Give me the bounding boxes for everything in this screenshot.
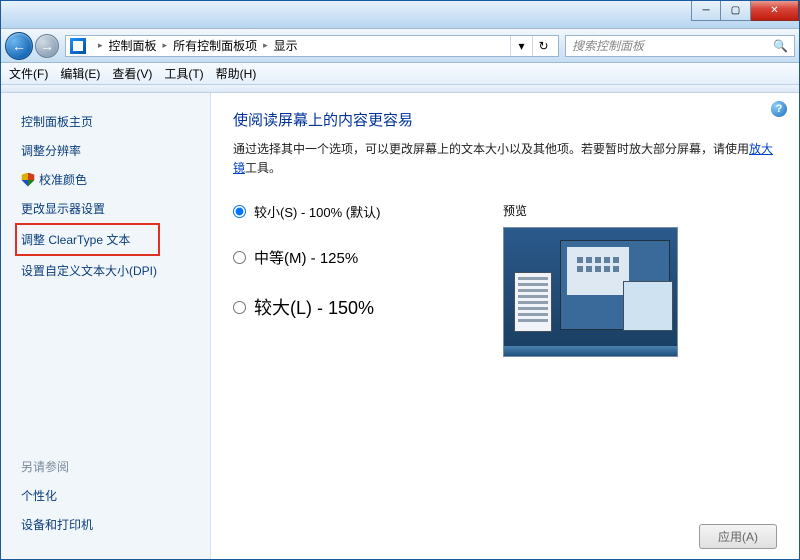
sidebar-item-cleartype[interactable]: 调整 ClearType 文本 (15, 223, 160, 256)
see-also-personalization[interactable]: 个性化 (21, 481, 210, 510)
search-icon: 🔍 (773, 39, 788, 53)
sidebar-item-display-settings[interactable]: 更改显示器设置 (21, 194, 210, 223)
sidebar-item-home[interactable]: 控制面板主页 (21, 107, 210, 136)
minimize-button[interactable]: ─ (691, 1, 721, 21)
sidebar: 控制面板主页 调整分辨率 校准颜色 更改显示器设置 调整 ClearType 文… (1, 93, 211, 559)
search-input[interactable]: 搜索控制面板 🔍 (565, 35, 795, 57)
description: 通过选择其中一个选项，可以更改屏幕上的文本大小以及其他项。若要暂时放大部分屏幕，… (233, 140, 777, 178)
content: ? 使阅读屏幕上的内容更容易 通过选择其中一个选项，可以更改屏幕上的文本大小以及… (211, 93, 799, 559)
page-title: 使阅读屏幕上的内容更容易 (233, 109, 777, 130)
size-radio-medium[interactable] (233, 251, 246, 264)
see-also-header: 另请参阅 (21, 452, 210, 481)
toolstrip (1, 85, 799, 93)
breadcrumb[interactable]: 所有控制面板项 (173, 37, 257, 54)
breadcrumb-sep: ▸ (163, 40, 168, 51)
menu-edit[interactable]: 编辑(E) (60, 65, 100, 82)
titlebar: ─ ▢ ✕ (1, 1, 799, 29)
navbar: ← → ▸ 控制面板 ▸ 所有控制面板项 ▸ 显示 ▾ ↻ 搜索控制面板 🔍 (1, 29, 799, 63)
apply-button[interactable]: 应用(A) (699, 524, 777, 549)
breadcrumb[interactable]: 控制面板 (109, 37, 157, 54)
preview-label: 预览 (503, 202, 777, 219)
menu-help[interactable]: 帮助(H) (216, 65, 257, 82)
size-option-small[interactable]: 较小(S) - 100% (默认) (233, 202, 503, 221)
address-dropdown[interactable]: ▾ (510, 36, 532, 56)
back-button[interactable]: ← (5, 32, 33, 60)
size-option-medium[interactable]: 中等(M) - 125% (233, 247, 503, 268)
size-radio-small[interactable] (233, 205, 246, 218)
help-icon[interactable]: ? (771, 101, 787, 117)
close-button[interactable]: ✕ (751, 1, 799, 21)
sidebar-item-resolution[interactable]: 调整分辨率 (21, 136, 210, 165)
sidebar-item-custom-dpi[interactable]: 设置自定义文本大小(DPI) (21, 256, 210, 285)
breadcrumb-sep: ▸ (263, 40, 268, 51)
maximize-button[interactable]: ▢ (721, 1, 751, 21)
see-also-devices-printers[interactable]: 设备和打印机 (21, 510, 210, 539)
size-radio-large[interactable] (233, 301, 246, 314)
address-bar[interactable]: ▸ 控制面板 ▸ 所有控制面板项 ▸ 显示 ▾ ↻ (65, 35, 559, 57)
control-panel-icon (70, 38, 86, 54)
search-placeholder: 搜索控制面板 (572, 37, 644, 54)
sidebar-item-calibrate-color[interactable]: 校准颜色 (21, 165, 210, 194)
menu-tools[interactable]: 工具(T) (164, 65, 203, 82)
breadcrumb[interactable]: 显示 (274, 37, 298, 54)
breadcrumb-sep: ▸ (98, 40, 103, 51)
menu-view[interactable]: 查看(V) (112, 65, 152, 82)
forward-button[interactable]: → (35, 34, 59, 58)
size-option-large[interactable]: 较大(L) - 150% (233, 294, 503, 320)
refresh-button[interactable]: ↻ (532, 36, 554, 56)
preview-thumbnail (503, 227, 678, 357)
menu-file[interactable]: 文件(F) (9, 65, 48, 82)
menubar: 文件(F) 编辑(E) 查看(V) 工具(T) 帮助(H) (1, 63, 799, 85)
